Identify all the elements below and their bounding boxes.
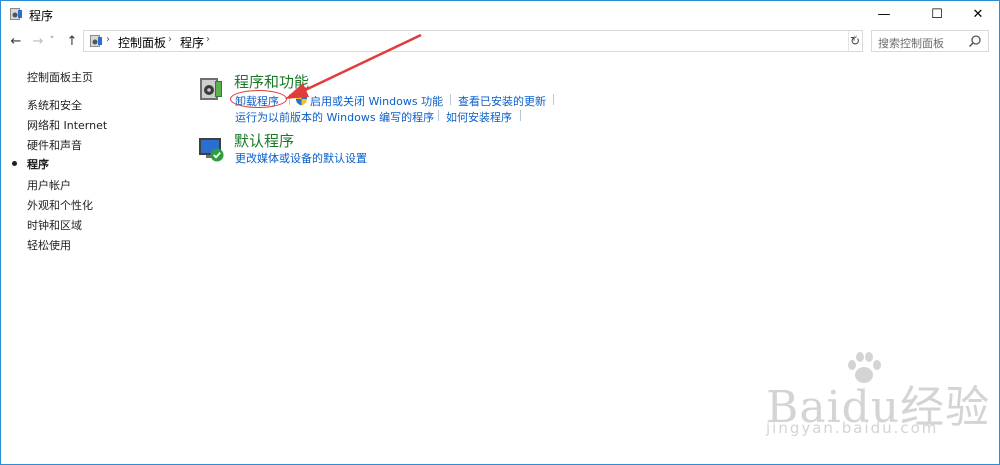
maximize-button[interactable]: ☐	[914, 1, 960, 27]
control-panel-window: 程序 — ☐ ✕ ← → ˅ ↑ › 控制面板 › 程序 › ˅ ↻ 搜索控制面…	[0, 0, 1000, 465]
maximize-icon: ☐	[931, 6, 943, 22]
refresh-icon: ↻	[849, 34, 861, 48]
search-box[interactable]: 搜索控制面板	[871, 30, 989, 52]
programs-features-icon	[200, 78, 222, 100]
sidebar-item-hardware-sound[interactable]: 硬件和声音	[27, 137, 82, 153]
link-divider	[450, 94, 451, 105]
address-bar[interactable]: › 控制面板 › 程序 › ˅	[83, 30, 863, 52]
address-toolbar: ← → ˅ ↑ › 控制面板 › 程序 › ˅ ↻ 搜索控制面板	[1, 29, 999, 53]
breadcrumb-separator-icon: ›	[168, 34, 172, 45]
sidebar-item-programs[interactable]: 程序	[27, 156, 49, 172]
title-bar: 程序 — ☐ ✕	[1, 1, 999, 27]
sidebar-item-ease-of-access[interactable]: 轻松使用	[27, 237, 71, 253]
link-divider	[520, 110, 521, 121]
default-programs-icon	[199, 138, 224, 162]
programs-icon	[90, 35, 102, 47]
back-arrow-icon: ←	[10, 33, 22, 49]
close-button[interactable]: ✕	[955, 1, 1000, 27]
forward-arrow-icon: →	[32, 33, 44, 49]
breadcrumb-control-panel[interactable]: 控制面板	[118, 34, 166, 51]
programs-icon	[10, 8, 22, 20]
how-to-install-link[interactable]: 如何安装程序	[446, 109, 512, 125]
installed-updates-link[interactable]: 查看已安装的更新	[458, 93, 546, 109]
breadcrumb-separator-icon: ›	[206, 34, 210, 45]
link-divider	[553, 94, 554, 105]
compatibility-link[interactable]: 运行为以前版本的 Windows 编写的程序	[235, 109, 434, 125]
window-title: 程序	[29, 9, 54, 23]
annotation-arrow-icon	[285, 33, 422, 99]
link-divider	[438, 110, 439, 121]
breadcrumb-programs[interactable]: 程序	[180, 34, 204, 51]
baidu-watermark: Baidu经验 jingyan.baidu.com	[766, 351, 989, 461]
minimize-icon: —	[877, 6, 891, 22]
sidebar-item-clock-region[interactable]: 时钟和区域	[27, 217, 82, 233]
forward-button[interactable]: →	[29, 32, 47, 50]
default-programs-title[interactable]: 默认程序	[234, 130, 294, 151]
sidebar-item-appearance[interactable]: 外观和个性化	[27, 197, 93, 213]
sidebar-item-network[interactable]: 网络和 Internet	[27, 117, 107, 133]
chevron-down-icon: ˅	[49, 36, 55, 46]
watermark-url: jingyan.baidu.com	[766, 419, 939, 437]
annotation-highlight-ellipse	[230, 90, 287, 108]
sidebar-item-system-security[interactable]: 系统和安全	[27, 97, 82, 113]
search-input[interactable]: 搜索控制面板	[878, 35, 944, 51]
recent-locations-button[interactable]: ˅	[47, 32, 57, 50]
up-button[interactable]: ↑	[63, 32, 81, 50]
active-bullet-icon	[12, 161, 17, 166]
sidebar-item-home[interactable]: 控制面板主页	[27, 69, 93, 85]
refresh-button[interactable]: ↻	[847, 32, 863, 50]
close-icon: ✕	[972, 6, 984, 22]
search-icon	[968, 35, 981, 48]
sidebar-item-user-accounts[interactable]: 用户帐户	[27, 177, 71, 193]
media-device-defaults-link[interactable]: 更改媒体或设备的默认设置	[235, 150, 367, 166]
breadcrumb-separator-icon: ›	[106, 34, 110, 45]
minimize-button[interactable]: —	[861, 1, 907, 27]
up-arrow-icon: ↑	[66, 33, 78, 49]
back-button[interactable]: ←	[7, 32, 25, 50]
